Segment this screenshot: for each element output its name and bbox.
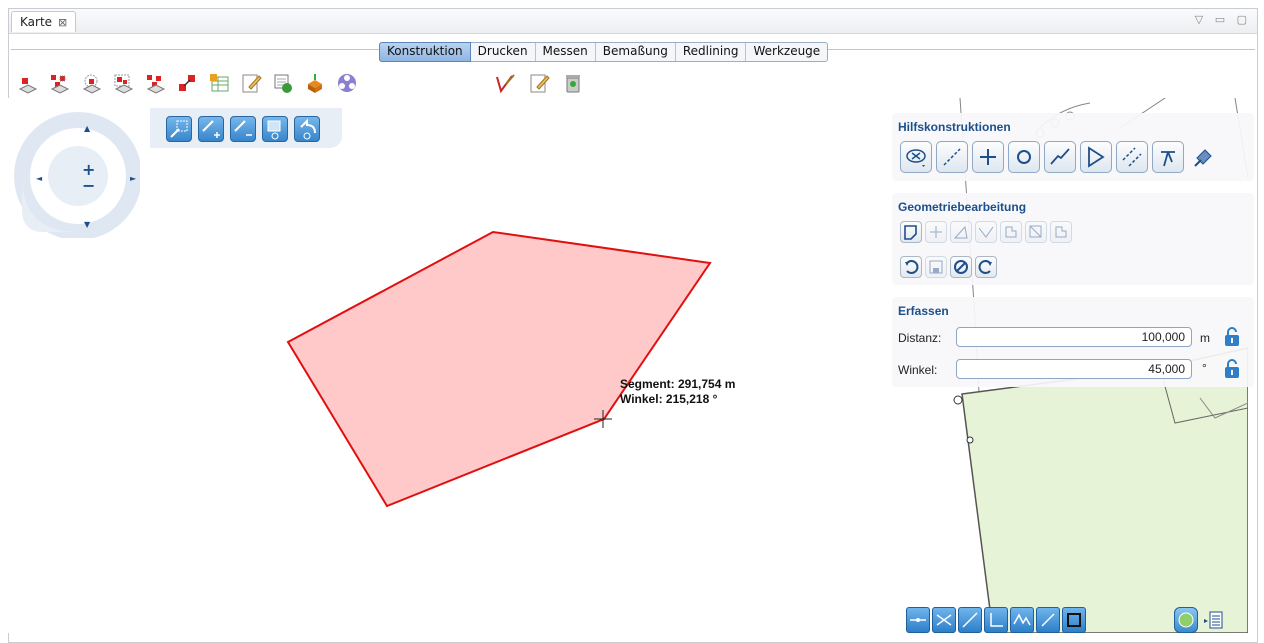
perpendicular-icon[interactable] [1152, 141, 1184, 173]
winkel-input[interactable]: 45,000 [956, 359, 1192, 379]
satellite-icon[interactable] [1188, 141, 1220, 173]
segment-readout: Segment: 291,754 m [620, 377, 736, 391]
line-icon[interactable] [936, 141, 968, 173]
merge-icon[interactable] [1000, 221, 1022, 243]
legend-icon[interactable] [1202, 609, 1224, 633]
tab-messen[interactable]: Messen [536, 43, 596, 61]
recycle-bin-icon[interactable] [560, 70, 586, 96]
select-remove-icon[interactable] [78, 70, 104, 96]
layer-refresh-icon[interactable] [270, 70, 296, 96]
split-icon[interactable] [1025, 221, 1047, 243]
select-move-icon[interactable] [174, 70, 200, 96]
window-controls[interactable]: ▽ ▭ ▢ [1195, 13, 1251, 26]
pan-down-button[interactable]: ▼ [84, 220, 90, 229]
zoom-rect-icon[interactable] [166, 116, 192, 142]
copy-icon[interactable] [1050, 221, 1072, 243]
panel-title-erfassen: Erfassen [898, 304, 949, 318]
attribute-table-icon[interactable] [206, 70, 232, 96]
tab-bemassung[interactable]: Bemaßung [596, 43, 676, 61]
point-icon[interactable] [972, 141, 1004, 173]
zoom-extent-icon[interactable] [262, 116, 288, 142]
constructed-polygon [286, 230, 712, 508]
winkel-readout: Winkel: 215,218 ° [620, 392, 718, 406]
network-icon[interactable] [334, 70, 360, 96]
panel-title-hilfskonstruktionen: Hilfskonstruktionen [898, 120, 1011, 134]
cancel-icon[interactable] [950, 256, 972, 278]
distanz-lock-icon[interactable] [1222, 326, 1242, 348]
zoom-back-icon[interactable] [294, 116, 320, 142]
pan-navigator: ▲ ▼ ◄ ► + − [14, 112, 142, 240]
tab-karte-label: Karte [20, 15, 53, 29]
winkel-label: Winkel: [898, 363, 938, 377]
tab-konstruktion[interactable]: Konstruktion [379, 42, 471, 62]
snap-vertex-icon[interactable] [906, 607, 930, 633]
angle-icon[interactable] [1080, 141, 1112, 173]
parcel-area [961, 347, 1248, 633]
select-point-icon[interactable] [14, 70, 40, 96]
snap-corner-icon[interactable] [1062, 607, 1086, 633]
winkel-lock-icon[interactable] [1222, 358, 1242, 380]
zoom-out-button[interactable]: − [82, 176, 95, 195]
tab-redlining[interactable]: Redlining [676, 43, 747, 61]
ribbon-tabs: Konstruktion Drucken Messen Bemaßung Red… [379, 42, 829, 62]
tab-werkzeuge[interactable]: Werkzeuge [746, 43, 827, 61]
export-icon[interactable] [302, 70, 328, 96]
parallel-icon[interactable] [1116, 141, 1148, 173]
undo-icon[interactable] [900, 256, 922, 278]
snap-perpendicular-icon[interactable] [984, 607, 1008, 633]
panel-erfassen: Erfassen Distanz: 100,000 m Winkel: 45,0… [892, 297, 1254, 387]
select-add-icon[interactable] [46, 70, 72, 96]
nav-ring-graphic [14, 112, 142, 240]
snap-off-icon[interactable] [900, 141, 932, 173]
pan-right-button[interactable]: ► [130, 174, 136, 183]
edit-attributes-icon[interactable] [238, 70, 264, 96]
tab-karte[interactable]: Karte ⊠ [11, 11, 77, 32]
snap-toolbar [900, 605, 1248, 639]
circle-icon[interactable] [1008, 141, 1040, 173]
distanz-label: Distanz: [898, 331, 942, 345]
note-edit-icon[interactable] [526, 70, 552, 96]
snap-tangent-icon[interactable] [1036, 607, 1060, 633]
pan-up-button[interactable]: ▲ [84, 124, 90, 133]
globe-icon[interactable] [1174, 607, 1198, 633]
snap-midpoint-icon[interactable] [1010, 607, 1034, 633]
panel-hilfskonstruktionen: Hilfskonstruktionen [892, 113, 1254, 181]
measurement-tooltip: Segment: 291,754 m Winkel: 215,218 ° [620, 377, 735, 407]
winkel-unit: ° [1202, 361, 1207, 375]
zoom-toolbar [150, 108, 342, 148]
zoom-out-icon[interactable] [230, 116, 256, 142]
distanz-unit: m [1200, 331, 1210, 345]
snap-line-icon[interactable] [958, 607, 982, 633]
tab-drucken[interactable]: Drucken [471, 43, 536, 61]
pan-left-button[interactable]: ◄ [36, 174, 42, 183]
cut-icon[interactable] [975, 221, 997, 243]
panel-title-geometriebearbeitung: Geometriebearbeitung [898, 200, 1027, 214]
rotate-icon[interactable] [950, 221, 972, 243]
zoom-in-icon[interactable] [198, 116, 224, 142]
redline-edit-icon[interactable] [492, 70, 518, 96]
panel-geometriebearbeitung: Geometriebearbeitung [892, 193, 1254, 285]
polygon-edit-icon[interactable] [900, 221, 922, 243]
save-icon[interactable] [925, 256, 947, 278]
redo-icon[interactable] [975, 256, 997, 278]
snap-intersection-icon[interactable] [932, 607, 956, 633]
view-tabbar: Karte ⊠ ▽ ▭ ▢ [9, 9, 1257, 34]
select-rect-icon[interactable] [110, 70, 136, 96]
move-vertex-icon[interactable] [925, 221, 947, 243]
polyline-icon[interactable] [1044, 141, 1076, 173]
distanz-input[interactable]: 100,000 [956, 327, 1192, 347]
select-polygon-icon[interactable] [142, 70, 168, 96]
close-icon[interactable]: ⊠ [58, 16, 67, 29]
